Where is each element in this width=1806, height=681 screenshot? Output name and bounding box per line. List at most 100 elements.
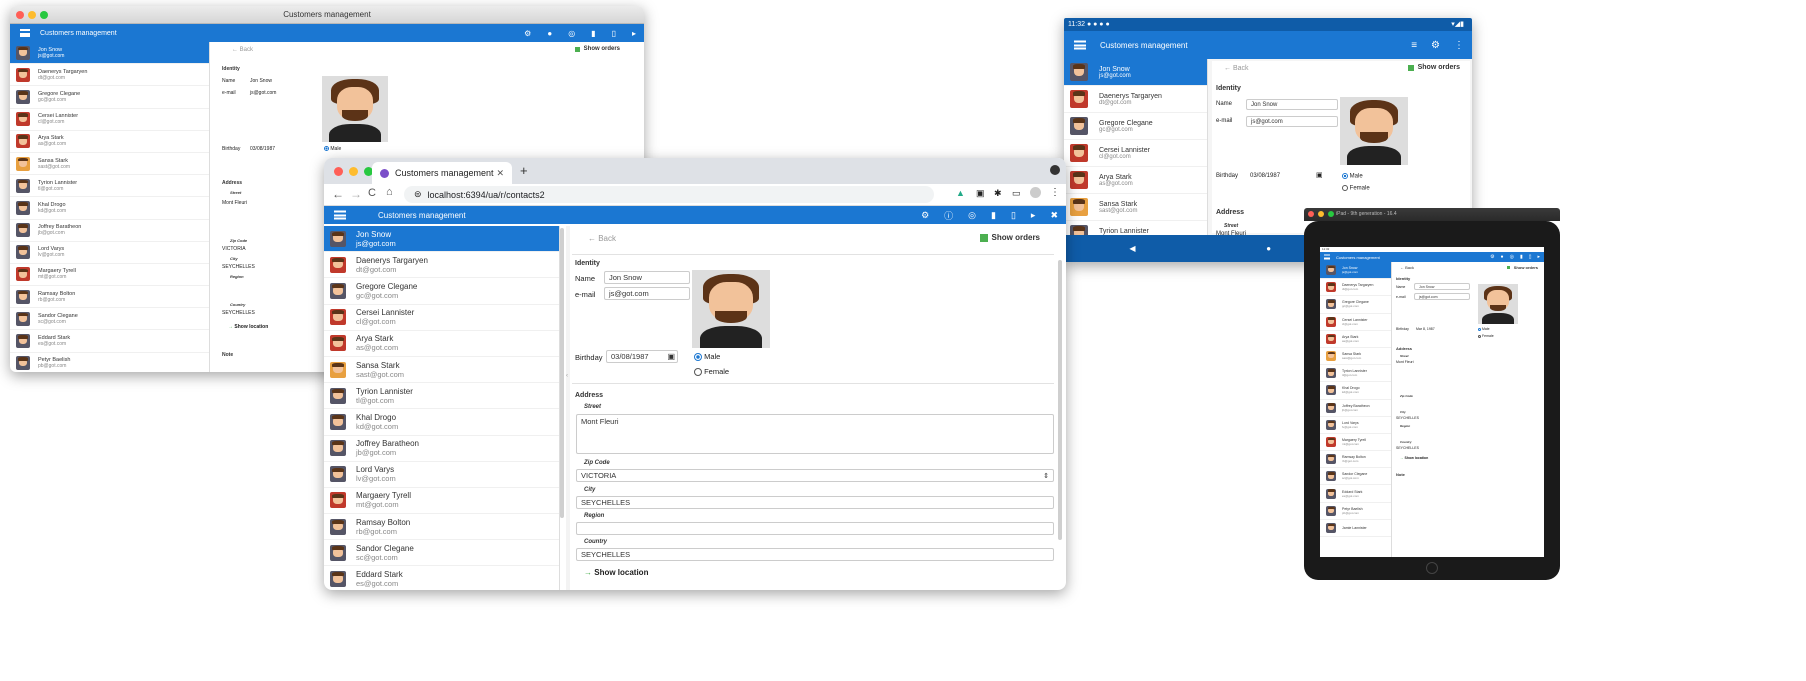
close-dot[interactable] [16, 11, 24, 19]
url-field[interactable]: ⊜ localhost:6394/ua/r/contacts2 [404, 186, 934, 203]
gear-icon[interactable]: ⚙ [524, 29, 531, 38]
contact-list-item[interactable]: Margaery Tyrell mt@got.com [324, 488, 559, 515]
female-radio[interactable]: Female [1342, 185, 1370, 192]
contact-list-item[interactable]: Jon Snow js@got.com [10, 42, 209, 65]
street-input[interactable]: Mont Fleuri [576, 414, 1054, 454]
contact-list-item[interactable]: Daenerys Targaryen dt@got.com [10, 64, 209, 87]
zip-select[interactable]: VICTORIA [222, 246, 246, 252]
female-radio[interactable]: Female [1478, 334, 1494, 338]
contact-list-item[interactable]: Arya Stark as@got.com [1064, 167, 1207, 194]
gear-icon[interactable]: ⚙ [1490, 254, 1494, 260]
street-input[interactable]: Mont Fleuri [222, 200, 247, 206]
contact-list-item[interactable]: Gregore Clegane gc@got.com [10, 86, 209, 109]
contact-list-item[interactable]: Khal Drogo kd@got.com [1320, 382, 1391, 400]
contact-list-item[interactable]: Khal Drogo kd@got.com [10, 197, 209, 220]
name-input[interactable]: Jon Snow [1246, 99, 1338, 110]
contact-list-item[interactable]: Khal Drogo kd@got.com [324, 409, 559, 436]
contact-list-item[interactable]: Margaery Tyrell mt@got.com [10, 264, 209, 287]
contact-list-item[interactable]: Joffrey Baratheon jb@got.com [10, 220, 209, 242]
cast-icon[interactable]: ▭ [1012, 188, 1021, 199]
extension2-icon[interactable]: ▣ [976, 188, 985, 199]
country-input[interactable]: SEYCHELLES [222, 310, 255, 316]
list-scrollbar[interactable] [560, 228, 564, 518]
show-location-link[interactable]: → Show location [228, 324, 268, 330]
contact-list-item[interactable]: Sansa Stark sast@got.com [324, 357, 559, 384]
reload-icon[interactable]: C [368, 187, 376, 199]
region-input[interactable] [576, 522, 1054, 535]
city-input[interactable]: SEYCHELLES [222, 264, 255, 270]
contact-list-item[interactable]: Daenerys Targaryen dt@got.com [324, 252, 559, 279]
contact-list-item[interactable]: Petyr Baelish pb@got.com [1320, 503, 1391, 520]
back-button[interactable]: ← Back [232, 47, 253, 53]
nav-home-icon[interactable]: ● [1266, 244, 1271, 253]
info-icon[interactable]: ● [547, 29, 552, 38]
show-orders-button[interactable]: Show orders [1407, 64, 1460, 71]
contact-list-item[interactable]: Daenerys Targaryen dt@got.com [1064, 86, 1207, 113]
contact-list-item[interactable]: Ramsay Bolton rb@got.com [324, 514, 559, 541]
contact-list-item[interactable]: Cersei Lannister cl@got.com [324, 305, 559, 331]
menu-icon[interactable] [1074, 40, 1086, 50]
male-radio[interactable]: Male [1342, 173, 1363, 180]
contact-list-item[interactable]: Jon Snow js@got.com [324, 226, 559, 253]
contact-list-item[interactable]: Lord Varys lv@got.com [1320, 417, 1391, 434]
birthday-input[interactable]: 03/08/1987 ▣ [606, 350, 678, 363]
zoom-dot[interactable] [40, 11, 48, 19]
city-input[interactable]: SEYCHELLES [576, 496, 1054, 509]
target-icon[interactable]: ◎ [568, 29, 575, 38]
contact-list-item[interactable]: Sandor Clegane sc@got.com [10, 308, 209, 331]
file-icon[interactable]: ▯ [612, 29, 616, 38]
contact-list-item[interactable]: Arya Stark as@got.com [1320, 331, 1391, 348]
play-icon[interactable]: ▸ [1031, 210, 1036, 221]
contact-list-item[interactable]: Cersei Lannister cl@got.com [1320, 314, 1391, 331]
contact-list-item[interactable]: Sansa Stark sast@got.com [10, 153, 209, 176]
contact-list-item[interactable]: Joffrey Baratheon jb@got.com [324, 436, 559, 462]
contact-list-item[interactable]: Ramsay Bolton rb@got.com [10, 286, 209, 309]
contact-list-item[interactable]: Sandor Clegane sc@got.com [1320, 468, 1391, 486]
contact-list-item[interactable]: Lord Varys lv@got.com [324, 462, 559, 488]
email-input[interactable]: js@got.com [250, 90, 276, 96]
contact-list-item[interactable]: Eddard Stark es@got.com [10, 330, 209, 353]
menu-icon[interactable] [20, 29, 30, 37]
name-input[interactable]: Jon Snow [604, 271, 690, 284]
document-icon[interactable]: ▮ [591, 29, 595, 38]
account-icon[interactable] [1030, 187, 1041, 198]
document-icon[interactable]: ▮ [1520, 254, 1523, 260]
info-icon[interactable]: ⓘ [944, 209, 953, 222]
browser-tab[interactable]: Customers management ✕ [372, 162, 512, 184]
male-radio[interactable]: Male [694, 352, 720, 362]
street-input[interactable]: Mont Fleuri [1396, 360, 1414, 364]
file-icon[interactable]: ▯ [1529, 254, 1532, 260]
male-radio[interactable]: Male [324, 146, 341, 152]
name-input[interactable]: Jon Snow [250, 78, 272, 84]
birthday-input[interactable]: 03/08/1987 [1250, 173, 1280, 179]
contact-list-item[interactable]: Sansa Stark sast@got.com [1320, 348, 1391, 366]
close-tab-icon[interactable]: ✕ [496, 168, 504, 179]
name-input[interactable]: Jon Snow [1414, 283, 1470, 290]
extension-icon[interactable]: ▲ [956, 188, 965, 198]
back-arrow-icon[interactable]: ← [332, 187, 344, 201]
email-input[interactable]: js@got.com [1414, 293, 1470, 300]
calendar-icon[interactable]: ▣ [1316, 171, 1323, 179]
profile-icon[interactable] [1050, 165, 1060, 175]
contact-list-item[interactable]: Sansa Stark sast@got.com [1064, 194, 1207, 221]
menu-icon[interactable] [1324, 254, 1330, 260]
contact-list-item[interactable]: Jamie Lannister [1320, 520, 1391, 537]
info-icon[interactable]: ● [1501, 254, 1504, 260]
contact-list-item[interactable]: Tyrion Lannistertl@got.com [324, 383, 559, 410]
birthday-input[interactable]: Mar 8, 1987 [1416, 327, 1435, 331]
contact-list-item[interactable]: Ramsay Bolton rb@got.com [1320, 451, 1391, 469]
contact-list-item[interactable]: Lord Varys lv@got.com [10, 242, 209, 264]
country-input[interactable]: SEYCHELLES [1396, 446, 1419, 450]
contact-list-item[interactable]: Cersei Lannister cl@got.com [10, 109, 209, 131]
home-button[interactable] [1426, 562, 1438, 574]
show-location-link[interactable]: → Show location [584, 568, 648, 577]
contact-list-item[interactable]: Gregore Clegane gc@got.com [324, 278, 559, 305]
gear-icon[interactable]: ⚙ [1431, 40, 1440, 51]
nav-back-icon[interactable]: ◀ [1129, 244, 1135, 253]
show-orders-button[interactable]: Show orders [1506, 265, 1538, 270]
contact-list-item[interactable]: Gregore Clegane gc@got.com [1320, 296, 1391, 314]
play-icon[interactable]: ▸ [1537, 254, 1540, 260]
filter-icon[interactable]: ≡ [1411, 40, 1417, 51]
file-icon[interactable]: ▯ [1011, 210, 1016, 221]
male-radio[interactable]: Male [1478, 327, 1490, 331]
